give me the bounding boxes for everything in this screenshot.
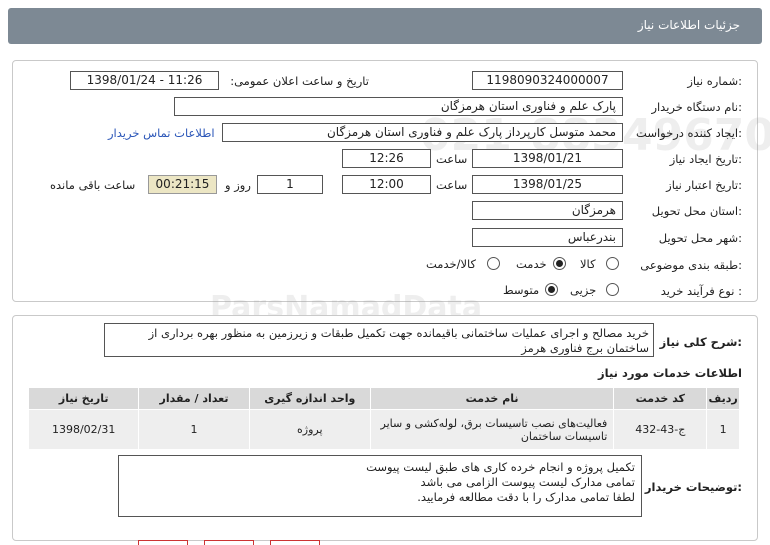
action-button-3[interactable] (270, 540, 320, 545)
buyer-field: پارک علم و فناوری استان هرمزگان (174, 97, 623, 116)
announce-label: تاریخ و ساعت اعلان عمومی: (230, 74, 369, 88)
notes-line-1: تکمیل پروژه و انجام خرده کاری های طبق لی… (366, 460, 635, 474)
process-minor-label: جزیی (570, 283, 597, 297)
summary-label: شرح کلی نیاز: (659, 335, 742, 349)
col-date: تاریخ نیاز (27, 387, 140, 410)
announce-field: 1398/01/24 - 11:26 (70, 71, 219, 90)
category-label: طبقه بندی موضوعی: (640, 258, 742, 272)
col-name: نام خدمت (369, 387, 615, 410)
days-label: روز و (225, 178, 251, 192)
notes-label: توضیحات خریدار: (644, 480, 742, 494)
category-both-radio[interactable] (487, 257, 500, 270)
notes-line-3: لطفا تمامی مدارک را با دقت مطالعه فرمایی… (417, 490, 635, 504)
notes-box: تکمیل پروژه و انجام خرده کاری های طبق لی… (118, 455, 642, 517)
process-label: نوع فرآیند خرید : (660, 284, 742, 298)
create-time-label: ساعت (436, 152, 468, 166)
services-title: اطلاعات خدمات مورد نیاز (598, 366, 742, 380)
remaining-label: ساعت باقی مانده (50, 178, 136, 192)
services-table: ردیف کد خدمت نام خدمت واحد اندازه گیری ت… (27, 387, 740, 450)
create-date-field: 1398/01/21 (472, 149, 623, 168)
need-number-field: 1198090324000007 (472, 71, 623, 90)
category-service-label: خدمت (516, 257, 547, 271)
process-medium-label: متوسط (503, 283, 540, 297)
col-qty: تعداد / مقدار (138, 387, 250, 410)
category-service-radio[interactable] (553, 257, 566, 270)
create-time-field: 12:26 (342, 149, 431, 168)
process-minor-radio[interactable] (606, 283, 619, 296)
category-goods-label: کالا (580, 257, 596, 271)
col-row: ردیف (706, 387, 740, 410)
province-field: هرمزگان (472, 201, 623, 220)
validity-date-field: 1398/01/25 (472, 175, 623, 194)
services-header-row: ردیف کد خدمت نام خدمت واحد اندازه گیری ت… (27, 387, 740, 410)
cell-unit: پروژه (248, 409, 371, 450)
create-date-label: تاریخ ایجاد نیاز: (669, 152, 742, 166)
action-button-2[interactable] (204, 540, 254, 545)
buyer-label: نام دستگاه خریدار: (651, 100, 742, 114)
validity-label: تاریخ اعتبار نیاز: (666, 178, 742, 192)
requester-field: محمد متوسل کارپرداز پارک علم و فناوری اس… (222, 123, 623, 142)
cell-date: 1398/02/31 (27, 409, 140, 450)
col-unit: واحد اندازه گیری (248, 387, 371, 410)
province-label: استان محل تحویل: (651, 204, 742, 218)
col-code: کد خدمت (613, 387, 708, 410)
action-button-1[interactable] (138, 540, 188, 545)
requester-label: ایجاد کننده درخواست: (636, 126, 742, 140)
process-medium-radio[interactable] (545, 283, 558, 296)
remaining-time-field: 00:21:15 (148, 175, 217, 194)
cell-name: فعالیت‌های نصب تاسیسات برق، لوله‌کشی و س… (369, 409, 615, 450)
summary-text: خرید مصالح و اجرای عملیات ساختمانی باقیم… (104, 323, 654, 357)
contact-info-link[interactable]: اطلاعات تماس خریدار (108, 126, 215, 140)
category-both-label: کالا/خدمت (426, 257, 477, 271)
validity-time-field: 12:00 (342, 175, 431, 194)
days-field: 1 (257, 175, 323, 194)
need-number-label: شماره نیاز: (687, 74, 742, 88)
category-goods-radio[interactable] (606, 257, 619, 270)
validity-time-label: ساعت (436, 178, 468, 192)
city-field: بندرعباس (472, 228, 623, 247)
cell-code: ج-43-432 (613, 409, 708, 450)
notes-line-2: تمامی مدارک لیست پیوست الزامی می باشد (420, 475, 635, 489)
page-title: جزئیات اطلاعات نیاز (637, 18, 740, 32)
city-label: شهر محل تحویل: (658, 231, 742, 245)
table-row: 1 ج-43-432 فعالیت‌های نصب تاسیسات برق، ل… (27, 409, 740, 450)
cell-qty: 1 (138, 409, 250, 450)
cell-row: 1 (706, 409, 740, 450)
